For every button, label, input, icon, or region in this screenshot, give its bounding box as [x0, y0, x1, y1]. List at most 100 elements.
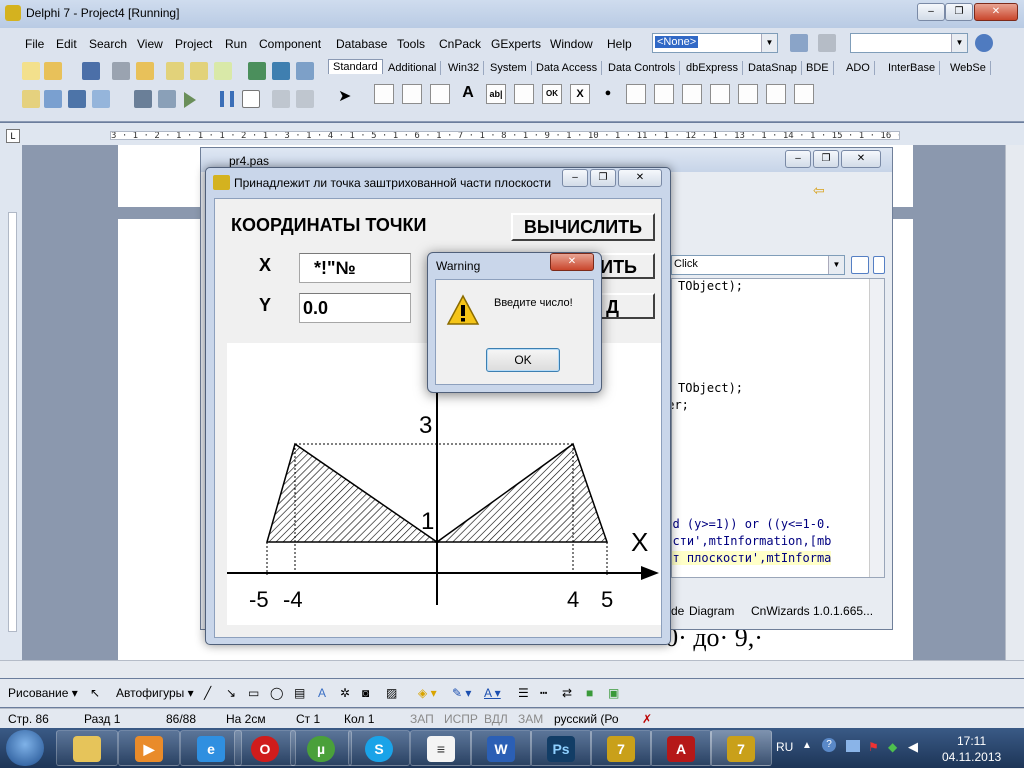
taskbar-app-word[interactable]: W: [470, 730, 532, 766]
y-input[interactable]: 0.0: [299, 293, 411, 323]
taskbar-app-notes[interactable]: ≡: [410, 730, 472, 766]
tab-win32[interactable]: Win32: [444, 61, 485, 75]
menu-help[interactable]: Help: [607, 37, 632, 51]
config-combo[interactable]: <None> ▼: [652, 33, 778, 53]
3d-icon[interactable]: ▣: [608, 686, 619, 700]
taskbar-app-delphi[interactable]: 7: [590, 730, 652, 766]
listbox-icon[interactable]: [626, 84, 646, 104]
fill-color-icon[interactable]: ◈ ▾: [418, 686, 437, 700]
actionlist-icon[interactable]: [794, 84, 814, 104]
font-color-icon[interactable]: A ▾: [484, 686, 501, 700]
oval-icon[interactable]: ◯: [270, 686, 283, 700]
stop-icon[interactable]: [242, 90, 260, 108]
button-icon[interactable]: OK: [542, 84, 562, 104]
combobox-icon[interactable]: [654, 84, 674, 104]
menu-search[interactable]: Search: [89, 37, 127, 51]
clock-date[interactable]: 04.11.2013: [942, 750, 1001, 764]
checkbox-comp-icon[interactable]: X: [570, 84, 590, 104]
add-file-icon[interactable]: [166, 62, 184, 80]
open-icon[interactable]: [44, 62, 62, 80]
tab-ado[interactable]: ADO: [842, 61, 875, 75]
line-icon[interactable]: ╱: [204, 686, 211, 700]
menu-view[interactable]: View: [137, 37, 163, 51]
editor-close-button[interactable]: ✕: [841, 150, 881, 168]
status-rec[interactable]: ЗАП: [410, 712, 434, 726]
component-icon[interactable]: [158, 90, 176, 108]
tab-dbexpress[interactable]: dbExpress: [682, 61, 743, 75]
status-ovr[interactable]: ЗАМ: [518, 712, 543, 726]
form-minimize-button[interactable]: –: [562, 169, 588, 187]
tray-network-icon[interactable]: [846, 740, 860, 752]
ok-button[interactable]: OK: [486, 348, 560, 372]
wordart-icon[interactable]: A: [318, 686, 326, 700]
new-icon[interactable]: [22, 62, 40, 80]
select-pointer-icon[interactable]: ↖: [90, 686, 100, 700]
memo-icon[interactable]: [514, 84, 534, 104]
search-combo[interactable]: ▼: [850, 33, 968, 53]
taskbar-app-acrobat[interactable]: A: [650, 730, 712, 766]
view-unit-icon[interactable]: [22, 90, 40, 108]
close-button[interactable]: ✕: [974, 3, 1018, 21]
clipart-icon[interactable]: ◙: [362, 686, 369, 700]
taskbar-app-opera[interactable]: O: [234, 730, 296, 766]
radiobutton-icon[interactable]: ●: [598, 84, 618, 104]
tab-data-access[interactable]: Data Access: [532, 61, 603, 75]
menu-tools[interactable]: Tools: [397, 37, 425, 51]
taskbar-app-delphi-running[interactable]: 7: [710, 730, 772, 766]
align-right-icon[interactable]: [873, 256, 885, 274]
dash-style-icon[interactable]: ┅: [540, 686, 547, 700]
scrollbar-icon[interactable]: [682, 84, 702, 104]
tab-interbase[interactable]: InterBase: [884, 61, 941, 75]
run-icon[interactable]: [184, 92, 196, 108]
chevron-down-icon[interactable]: ▼: [761, 34, 777, 52]
tab-standard[interactable]: Standard: [328, 59, 383, 74]
x-input[interactable]: *!"№: [299, 253, 411, 283]
toolbar-globe-icon[interactable]: [975, 34, 993, 52]
form-maximize-button[interactable]: ❐: [590, 169, 616, 187]
event-combo[interactable]: Click ▼: [671, 255, 845, 275]
frames-icon[interactable]: [430, 84, 450, 104]
label-icon[interactable]: A: [458, 84, 478, 104]
groupbox-icon[interactable]: [710, 84, 730, 104]
menu-project[interactable]: Project: [175, 37, 212, 51]
taskbar-app-explorer[interactable]: [56, 730, 118, 766]
taskbar-app-skype[interactable]: S: [348, 730, 410, 766]
tab-bde[interactable]: BDE: [802, 61, 834, 75]
back-arrow-icon[interactable]: ⇦: [813, 182, 825, 199]
toolbar-tool-icon[interactable]: [818, 34, 836, 52]
tray-help-icon[interactable]: ?: [822, 738, 836, 752]
shadow-icon[interactable]: ■: [586, 686, 593, 700]
align-left-icon[interactable]: [851, 256, 869, 274]
edit-icon[interactable]: ab|: [486, 84, 506, 104]
rectangle-icon[interactable]: ▭: [248, 686, 259, 700]
start-button[interactable]: [6, 730, 44, 766]
save-all-icon[interactable]: [112, 62, 130, 80]
menu-component[interactable]: Component: [259, 37, 321, 51]
drawing-menu[interactable]: Рисование ▾: [8, 686, 78, 700]
pointer-icon[interactable]: ➤: [338, 86, 351, 106]
remove-file-icon[interactable]: [190, 62, 208, 80]
clock-time[interactable]: 17:11: [957, 734, 986, 748]
menu-cnpack[interactable]: CnPack: [439, 37, 481, 51]
menu-run[interactable]: Run: [225, 37, 247, 51]
textbox-icon[interactable]: ▤: [294, 686, 305, 700]
tray-arrow-icon[interactable]: ▲: [802, 740, 812, 751]
maximize-button[interactable]: ❐: [945, 3, 973, 21]
editor-minimize-button[interactable]: –: [785, 150, 811, 168]
tray-shield-icon[interactable]: ◆: [888, 740, 897, 754]
checkbox-icon[interactable]: [214, 62, 232, 80]
line-style-icon[interactable]: ☰: [518, 686, 529, 700]
menu-edit[interactable]: Edit: [56, 37, 77, 51]
menu-gexperts[interactable]: GExperts: [491, 37, 541, 51]
radiogroup-icon[interactable]: [738, 84, 758, 104]
code-editor[interactable]: TObject); TObject); ger; and (y>=1)) or …: [671, 278, 885, 578]
document-vertical-scrollbar[interactable]: [1005, 145, 1024, 660]
status-trk[interactable]: ИСПР: [444, 712, 478, 726]
tab-system[interactable]: System: [486, 61, 532, 75]
tab-cnwizards[interactable]: CnWizards 1.0.1.665...: [751, 604, 873, 618]
popupmenu-icon[interactable]: [402, 84, 422, 104]
chevron-down-icon[interactable]: ▼: [951, 34, 967, 52]
new-form-icon[interactable]: [92, 90, 110, 108]
taskbar-app-media[interactable]: ▶: [118, 730, 180, 766]
tab-websnap[interactable]: WebSe: [946, 61, 991, 75]
